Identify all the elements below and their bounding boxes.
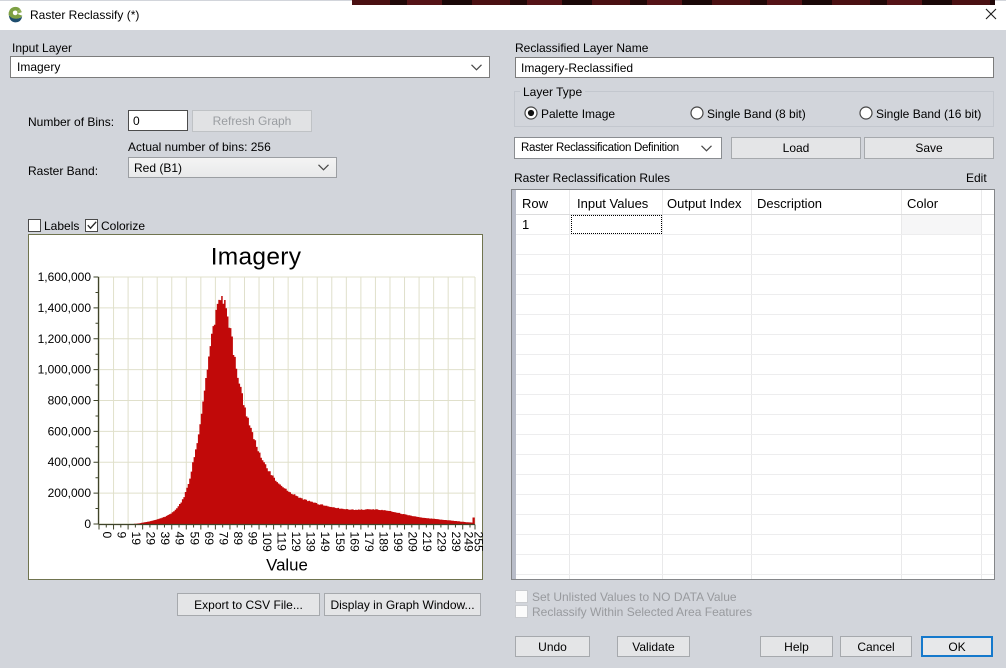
svg-text:229: 229 (435, 532, 449, 553)
svg-text:49: 49 (173, 532, 187, 546)
svg-text:119: 119 (275, 532, 289, 552)
svg-text:800,000: 800,000 (48, 394, 92, 408)
svg-text:209: 209 (406, 532, 420, 553)
svg-text:0: 0 (100, 532, 114, 539)
svg-text:149: 149 (318, 532, 332, 553)
svg-text:169: 169 (347, 532, 361, 553)
svg-text:Value: Value (266, 556, 308, 575)
svg-text:19: 19 (129, 532, 143, 546)
svg-text:99: 99 (246, 532, 260, 546)
svg-text:89: 89 (231, 532, 245, 546)
svg-text:9: 9 (115, 532, 129, 539)
svg-text:139: 139 (304, 532, 318, 553)
svg-text:1,600,000: 1,600,000 (38, 270, 92, 284)
svg-text:59: 59 (187, 532, 201, 546)
svg-text:29: 29 (144, 532, 158, 546)
svg-text:255: 255 (472, 532, 484, 553)
svg-text:400,000: 400,000 (48, 455, 92, 469)
svg-text:69: 69 (202, 532, 216, 546)
svg-text:129: 129 (289, 532, 303, 553)
svg-text:179: 179 (362, 532, 376, 553)
svg-text:600,000: 600,000 (48, 424, 92, 438)
svg-text:1,000,000: 1,000,000 (38, 363, 92, 377)
svg-text:199: 199 (391, 532, 405, 553)
svg-text:239: 239 (449, 532, 463, 553)
svg-text:Imagery: Imagery (211, 244, 302, 271)
svg-text:200,000: 200,000 (48, 486, 92, 500)
svg-text:0: 0 (84, 517, 91, 531)
svg-text:1,400,000: 1,400,000 (38, 301, 92, 315)
svg-text:1,200,000: 1,200,000 (38, 332, 92, 346)
svg-text:219: 219 (420, 532, 434, 553)
svg-text:109: 109 (260, 532, 274, 553)
svg-text:39: 39 (158, 532, 172, 546)
svg-text:189: 189 (376, 532, 390, 553)
svg-text:79: 79 (216, 532, 230, 546)
svg-text:159: 159 (333, 532, 347, 553)
